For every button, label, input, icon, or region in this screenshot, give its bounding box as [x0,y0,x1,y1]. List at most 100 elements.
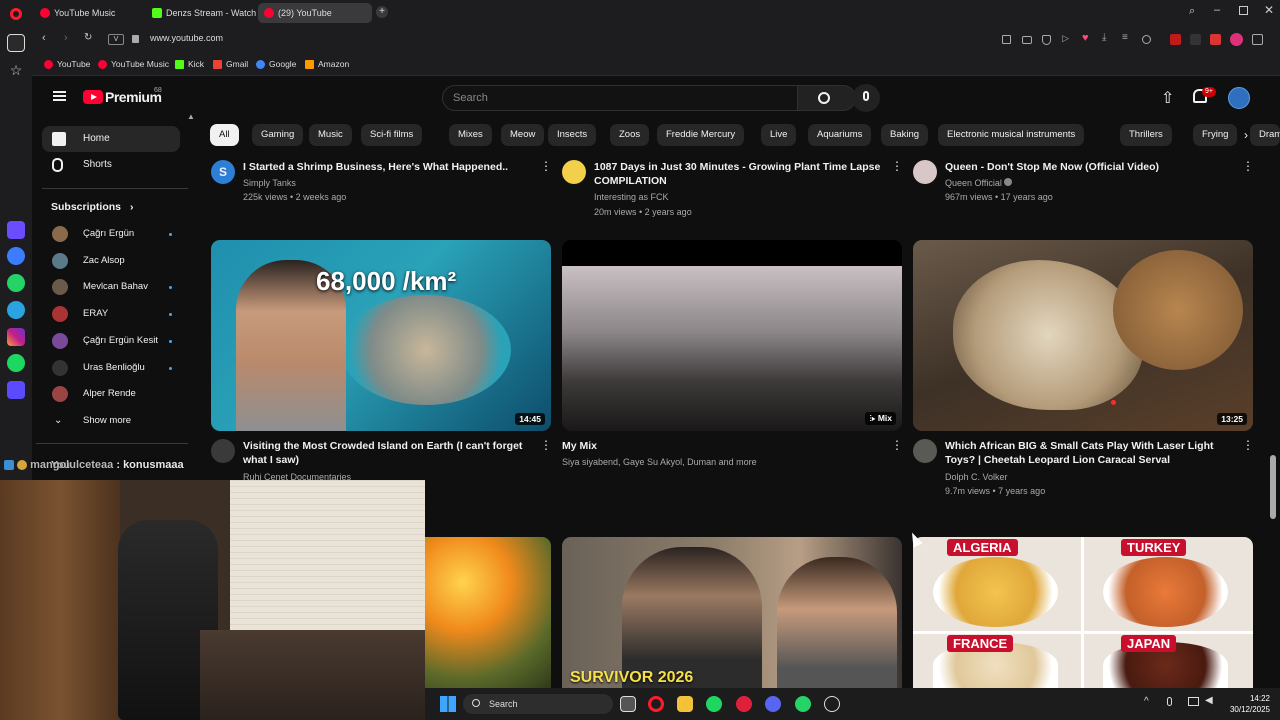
tab-kick-stream[interactable]: Denzs Stream - Watch Live [146,3,256,23]
camera-icon[interactable] [1022,36,1032,44]
search-tabs-icon[interactable]: ⌕ [1189,5,1195,18]
more-vert-icon[interactable]: ⋮ [1242,159,1254,173]
file-explorer-icon[interactable] [677,696,693,712]
extension-icon[interactable] [1230,33,1243,46]
channel-name[interactable]: Interesting as FCK [594,190,669,204]
spotify-taskbar-icon[interactable] [706,696,722,712]
whatsapp-icon[interactable] [7,274,25,292]
sidebar-subscription-item[interactable]: ERAY [42,301,192,327]
download-icon[interactable]: ⤓ [1102,32,1106,43]
bookmark-gmail[interactable]: Gmail [213,59,248,69]
player-icon[interactable] [7,381,25,399]
bookmark-youtube[interactable]: YouTube [44,59,90,69]
chip-filter[interactable]: Dramedy [1250,124,1280,146]
sidebar-item-shorts[interactable]: Shorts [42,152,180,178]
chip-filter[interactable]: Mixes [449,124,492,146]
channel-avatar[interactable] [913,439,937,463]
create-upload-icon[interactable]: ⇧ [1161,88,1174,108]
sidebar-subscription-item[interactable]: Zac Alsop [42,248,192,274]
windows-start-icon[interactable] [440,696,456,712]
mix-thumbnail[interactable]: ⫶▸ Mix [562,240,902,431]
video-title[interactable]: Which African BIG & Small Cats Play With… [945,439,1240,467]
channel-name[interactable]: Dolph C. Volker [945,470,1008,484]
video-thumbnail[interactable]: ALGERIA TURKEY FRANCE JAPAN [913,537,1253,688]
minimize-button[interactable]: – [1214,4,1220,16]
chip-filter[interactable]: Thrillers [1120,124,1172,146]
chips-next-icon[interactable]: › [1244,128,1248,142]
url-text[interactable]: www.youtube.com [150,33,223,43]
chip-filter[interactable]: Gaming [252,124,304,146]
chip-filter[interactable]: Sci-fi films [361,124,423,146]
edit-icon[interactable] [1002,35,1011,44]
bookmark-youtube-music[interactable]: YouTube Music [98,59,169,69]
chip-filter[interactable]: Aquariums [808,124,872,146]
spotify-icon[interactable] [7,354,25,372]
video-title[interactable]: I Started a Shrimp Business, Here's What… [243,160,533,174]
chip-filter[interactable]: Baking [881,124,929,146]
maximize-button[interactable] [1239,6,1248,15]
bookmark-google[interactable]: Google [256,59,296,69]
reload-icon[interactable]: ↻ [84,32,92,43]
vpn-badge[interactable]: V [108,34,124,45]
extension-icon[interactable] [1170,34,1181,45]
chip-filter[interactable]: Zoos [610,124,650,146]
menu-icon[interactable]: ≡ [1122,32,1128,43]
profile-icon[interactable] [1142,35,1151,44]
opera-taskbar-icon[interactable] [648,696,664,712]
channel-avatar[interactable] [211,439,235,463]
chip-filter[interactable]: Electronic musical instruments [938,124,1085,146]
sidebar-subscription-item[interactable]: Çağrı Ergün Kesit [42,328,192,354]
volume-icon[interactable]: ◀ [1205,695,1213,706]
close-window-button[interactable]: ✕ [1264,3,1274,17]
show-more-button[interactable]: ⌄ Show more [42,408,192,434]
network-icon[interactable] [1188,697,1199,706]
video-title[interactable]: 1087 Days in Just 30 Minutes - Growing P… [594,160,884,188]
app-icon[interactable] [736,696,752,712]
back-icon[interactable]: ‹ [42,32,46,44]
sidebar-subscription-item[interactable]: Alper Rende [42,381,192,407]
subscriptions-heading[interactable]: Subscriptions › [51,201,133,213]
tab-youtube-music[interactable]: YouTube Music [34,3,144,23]
home-icon[interactable] [7,34,25,52]
video-title[interactable]: Queen - Don't Stop Me Now (Official Vide… [945,160,1235,174]
opera-logo-icon[interactable] [10,8,22,20]
more-vert-icon[interactable]: ⋮ [540,438,552,452]
channel-avatar[interactable] [562,160,586,184]
extension-icon[interactable] [1252,34,1263,45]
more-vert-icon[interactable]: ⋮ [891,159,903,173]
tray-chevron-icon[interactable]: ^ [1144,696,1149,707]
chip-filter[interactable]: Frying [1193,124,1238,146]
channel-name[interactable]: Queen Official [945,176,1013,190]
chip-filter[interactable]: All [210,124,239,146]
messenger-icon[interactable] [7,247,25,265]
search-button[interactable] [798,85,856,111]
hamburger-icon[interactable] [53,91,66,101]
sidebar-item-home[interactable]: Home [42,126,180,152]
telegram-icon[interactable] [7,301,25,319]
sidebar-subscription-item[interactable]: Uras Benlioğlu [42,355,192,381]
task-view-icon[interactable] [620,696,636,712]
chip-filter[interactable]: Freddie Mercury [657,124,745,146]
microphone-button[interactable] [852,84,880,112]
scrollbar[interactable] [1270,150,1276,688]
bookmark-amazon[interactable]: Amazon [305,59,349,69]
taskbar-clock[interactable]: 14:22 30/12/2025 [1230,693,1270,715]
video-thumbnail[interactable]: 68,000 /km² 14:45 [211,240,551,431]
channel-avatar[interactable] [913,160,937,184]
instagram-icon[interactable] [7,328,25,346]
extension-icon[interactable] [1210,34,1221,45]
video-thumbnail[interactable]: 13:25 [913,240,1253,431]
mix-artists[interactable]: Siya siyabend, Gaye Su Akyol, Duman and … [562,455,757,469]
star-icon[interactable]: ☆ [7,61,25,79]
chip-filter[interactable]: Live [761,124,797,146]
chip-filter[interactable]: Insects [548,124,597,146]
search-input[interactable]: Search [442,85,798,111]
sidebar-collapse-icon[interactable]: ▲ [187,112,195,121]
forward-icon[interactable]: › [64,32,68,44]
app-icon[interactable] [824,696,840,712]
shield-icon[interactable] [1042,35,1051,45]
whatsapp-taskbar-icon[interactable] [795,696,811,712]
taskbar-search[interactable]: Search [463,694,613,714]
aria-icon[interactable] [7,221,25,239]
channel-avatar[interactable]: S [211,160,235,184]
